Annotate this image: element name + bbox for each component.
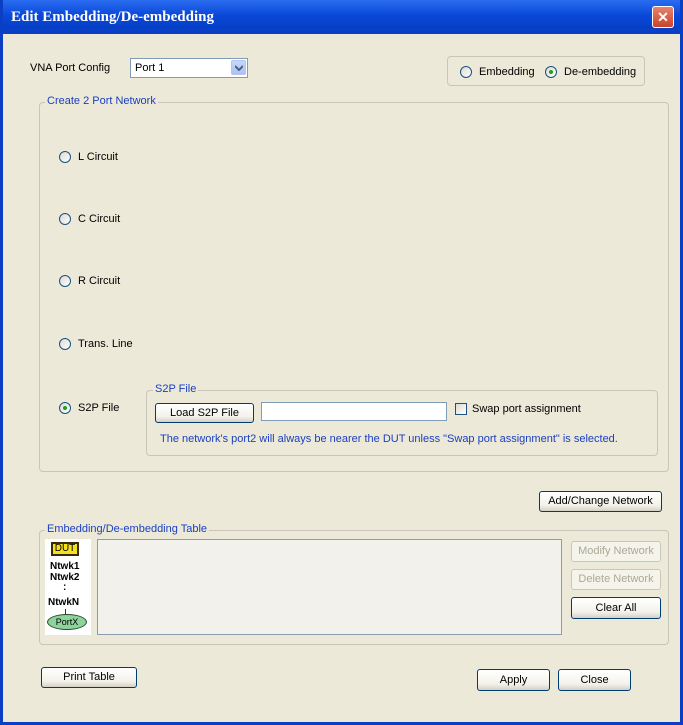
apply-button[interactable]: Apply	[477, 669, 550, 691]
delete-network-button[interactable]: Delete Network	[571, 569, 661, 590]
radio-selected-dot	[63, 406, 67, 410]
add-change-network-button[interactable]: Add/Change Network	[539, 491, 662, 512]
s2p-file-path-input[interactable]	[261, 402, 447, 421]
embedding-label: Embedding	[479, 66, 535, 78]
close-button[interactable]: Close	[558, 669, 631, 691]
l-circuit-label: L Circuit	[78, 151, 118, 163]
c-circuit-radio[interactable]	[59, 213, 71, 225]
dut-block: DUT	[51, 542, 79, 556]
c-circuit-label: C Circuit	[78, 213, 121, 225]
l-circuit-radio[interactable]	[59, 151, 71, 163]
deembedding-radio[interactable]	[545, 66, 557, 78]
swap-port-label: Swap port assignment	[472, 403, 581, 415]
print-table-button[interactable]: Print Table	[41, 667, 137, 688]
r-circuit-label: R Circuit	[78, 275, 121, 287]
create-network-group-title: Create 2 Port Network	[45, 95, 158, 107]
diagram-item-ellipsis: :	[63, 582, 67, 593]
s2p-file-group	[146, 390, 658, 456]
s2p-file-label: S2P File	[78, 402, 120, 414]
embedding-table-list[interactable]	[97, 539, 562, 635]
chevron-down-icon[interactable]	[231, 60, 246, 75]
port-config-select[interactable]: Port 1	[130, 58, 248, 78]
radio-selected-dot	[549, 70, 553, 74]
embedding-radio[interactable]	[460, 66, 472, 78]
load-s2p-file-button[interactable]: Load S2P File	[155, 403, 254, 423]
diagram-item-ntwkn: NtwkN	[48, 597, 80, 608]
r-circuit-radio[interactable]	[59, 275, 71, 287]
close-icon: ✕	[657, 9, 669, 25]
mode-group: Embedding De-embedding	[447, 56, 645, 86]
s2p-file-radio[interactable]	[59, 402, 71, 414]
clear-all-button[interactable]: Clear All	[571, 597, 661, 619]
port-ellipse: PortX	[47, 614, 87, 630]
s2p-file-group-title: S2P File	[153, 383, 199, 395]
port-config-label: VNA Port Config	[30, 62, 111, 74]
close-window-button[interactable]: ✕	[652, 6, 674, 28]
window-title: Edit Embedding/De-embedding	[11, 9, 214, 25]
embedding-table-group-title: Embedding/De-embedding Table	[45, 523, 210, 535]
trans-line-label: Trans. Line	[78, 338, 133, 350]
trans-line-radio[interactable]	[59, 338, 71, 350]
network-chain-diagram: DUT Ntwk1 Ntwk2 : NtwkN PortX	[45, 539, 91, 635]
port-config-value: Port 1	[135, 62, 165, 74]
dialog-window: Edit Embedding/De-embedding ✕ VNA Port C…	[0, 0, 683, 725]
modify-network-button[interactable]: Modify Network	[571, 541, 661, 562]
swap-port-checkbox[interactable]	[455, 403, 467, 415]
title-bar[interactable]: Edit Embedding/De-embedding ✕	[3, 0, 680, 34]
deembedding-label: De-embedding	[564, 66, 637, 78]
s2p-note-text: The network's port2 will always be neare…	[160, 433, 618, 445]
diagram-item-ntwk1: Ntwk1	[50, 561, 80, 572]
